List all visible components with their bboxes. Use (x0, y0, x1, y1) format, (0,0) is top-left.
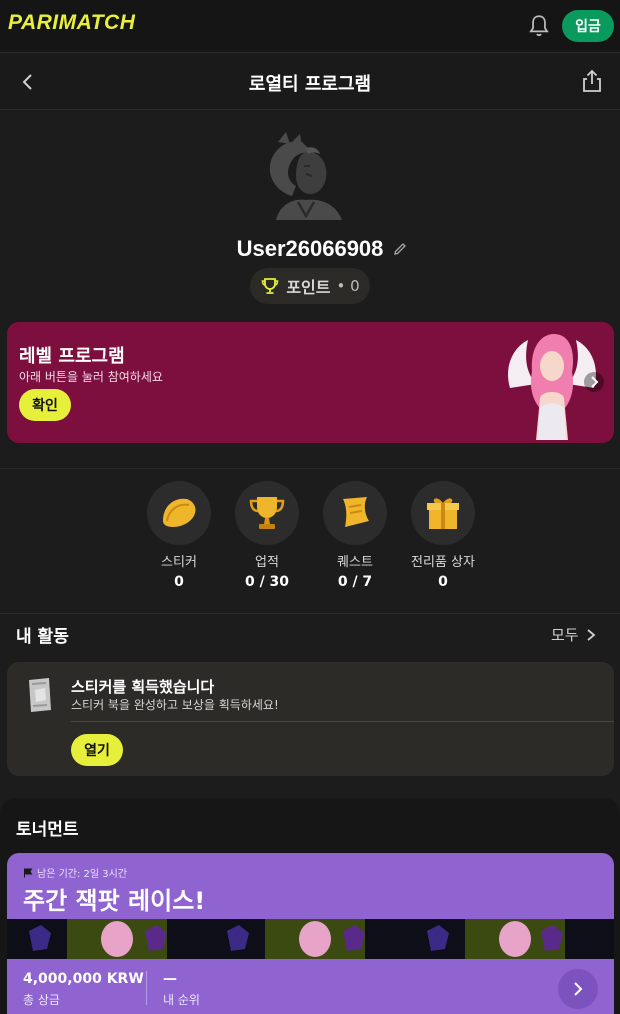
flag-icon (24, 868, 33, 877)
rank-value: — (163, 971, 177, 987)
confirm-button[interactable]: 확인 (19, 389, 71, 421)
level-program-title: 레벨 프로그램 (19, 346, 125, 367)
parimatch-logo[interactable]: PARIMATCH (8, 11, 135, 35)
points-label: 포인트 (286, 278, 331, 297)
open-button[interactable]: 열기 (71, 734, 123, 766)
see-all-link[interactable]: 모두 (551, 624, 597, 645)
level-program-subtitle: 아래 버튼을 눌러 참여하세요 (19, 370, 163, 384)
prize-label: 총 상금 (23, 993, 60, 1007)
stat-label: 전리품 상자 (411, 555, 475, 570)
tournament-banner-image (7, 919, 614, 959)
tournament-title: 주간 잭팟 레이스! (23, 887, 206, 915)
stat-stickers[interactable]: 스티커 0 (134, 481, 224, 590)
activity-section-title: 내 활동 (16, 627, 69, 647)
trophy-icon (262, 278, 279, 294)
see-all-label: 모두 (551, 626, 579, 644)
avatar (269, 132, 342, 220)
level-program-banner[interactable]: 레벨 프로그램 아래 버튼을 눌러 참여하세요 확인 (7, 322, 614, 443)
sticker-pack-icon (29, 678, 51, 712)
stat-value: 0 / 7 (337, 574, 373, 590)
activity-title: 스티커를 획득했습니다 (71, 678, 215, 696)
points-badge: 포인트 • 0 (250, 268, 370, 304)
stat-label: 퀘스트 (337, 555, 373, 570)
sticker-badge-icon (147, 481, 211, 545)
divider (0, 613, 620, 614)
remaining-time-text: 남은 기간: 2일 3시간 (37, 869, 128, 880)
banner-next-arrow-icon[interactable] (584, 372, 604, 392)
points-value: • 0 (336, 277, 360, 295)
remaining-time: 남은 기간: 2일 3시간 (23, 865, 127, 880)
chevron-right-icon (587, 628, 596, 641)
stat-value: 0 / 30 (244, 574, 290, 590)
stat-value: 0 (174, 574, 184, 590)
username: User26066908 (236, 236, 384, 261)
trophy-cup-icon (235, 481, 299, 545)
gift-box-icon (411, 481, 475, 545)
scroll-icon (323, 481, 387, 545)
rank-label: 내 순위 (163, 993, 200, 1007)
deposit-button[interactable]: 입금 (562, 10, 614, 42)
stat-quests[interactable]: 퀘스트 0 / 7 (310, 481, 400, 590)
top-bar: PARIMATCH 입금 (0, 0, 620, 53)
bell-icon[interactable] (526, 13, 552, 39)
page-header: 로열티 프로그램 (0, 54, 620, 110)
stat-loot-boxes[interactable]: 전리품 상자 0 (398, 481, 488, 590)
stat-achievements[interactable]: 업적 0 / 30 (222, 481, 312, 590)
share-icon[interactable] (578, 67, 606, 95)
divider (146, 971, 147, 1005)
divider (0, 468, 620, 469)
stat-value: 0 (438, 574, 448, 590)
divider (71, 721, 614, 722)
prize-amount: 4,000,000 KRW (23, 971, 144, 987)
tournament-section-title: 토너먼트 (16, 820, 79, 840)
activity-subtitle: 스티커 북을 완성하고 보상을 획득하세요! (71, 698, 279, 712)
stat-label: 스티커 (161, 555, 197, 570)
tournament-next-arrow-icon[interactable] (558, 969, 598, 1009)
activity-card: 스티커를 획득했습니다 스티커 북을 완성하고 보상을 획득하세요! 열기 (7, 662, 614, 776)
stat-label: 업적 (255, 555, 279, 570)
tournament-card[interactable]: 남은 기간: 2일 3시간 주간 잭팟 레이스! 4,000,000 KRW 총… (7, 853, 614, 1014)
page-title: 로열티 프로그램 (248, 74, 372, 95)
edit-pencil-icon[interactable] (392, 241, 408, 257)
